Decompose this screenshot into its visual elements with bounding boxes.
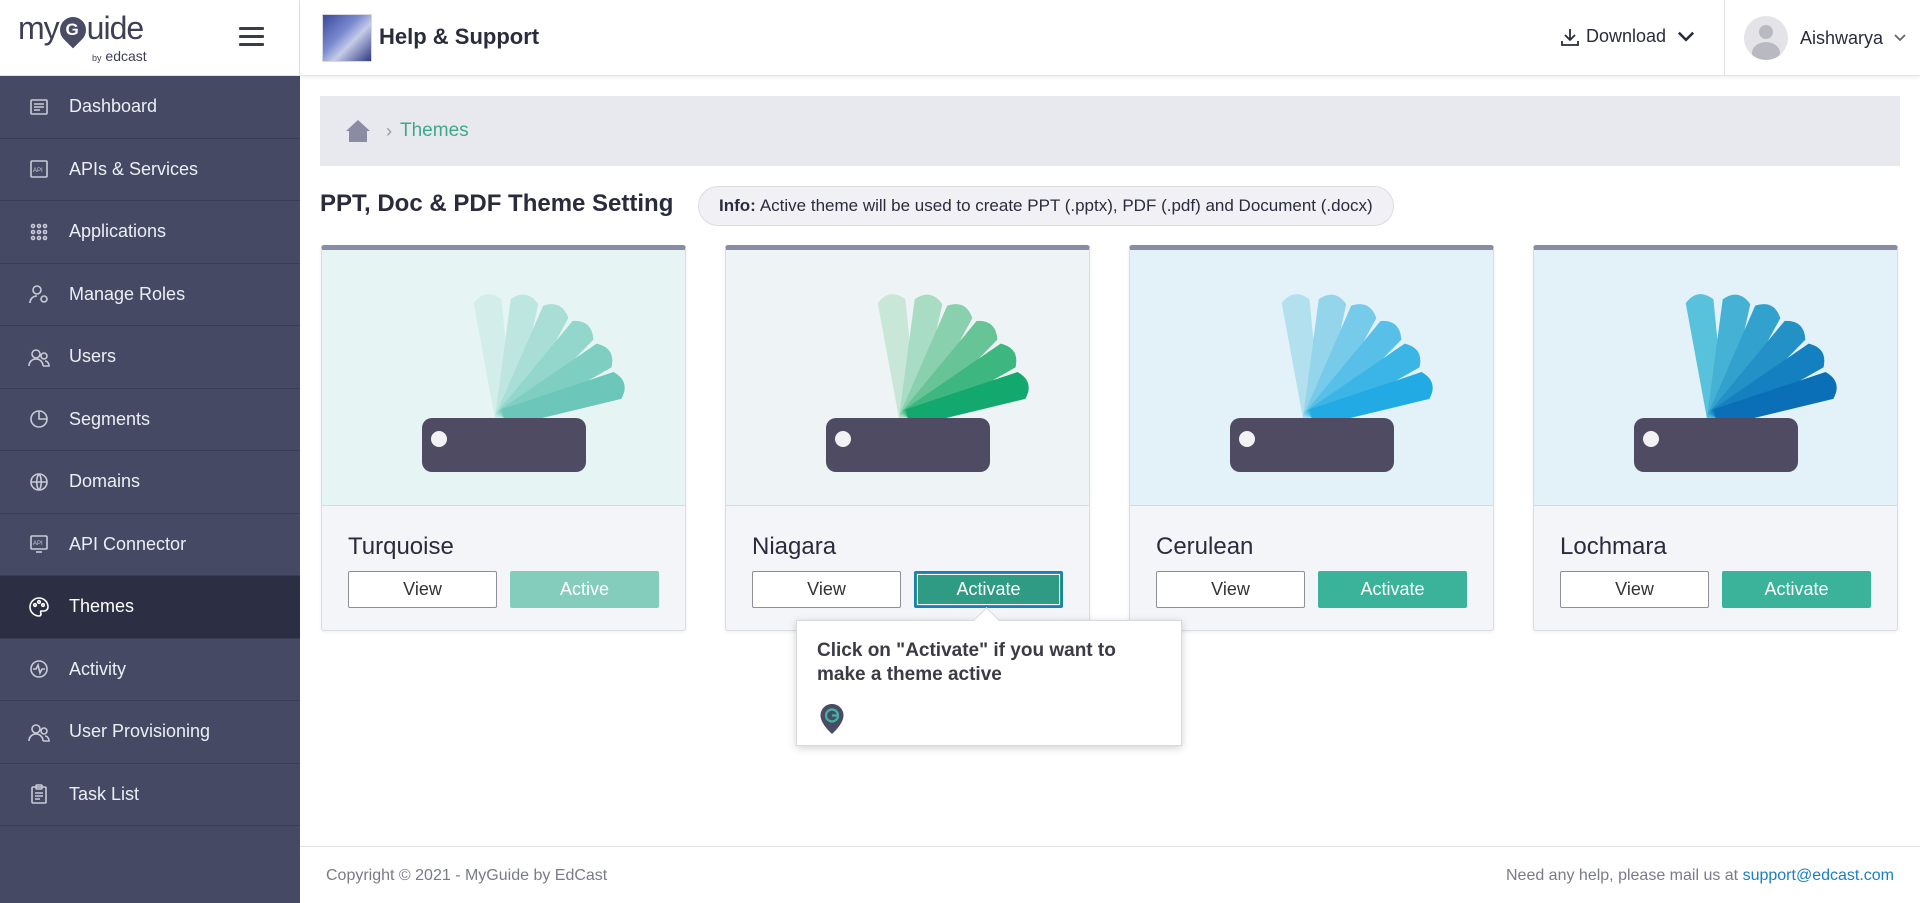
info-text: Active theme will be used to create PPT … (759, 196, 1373, 215)
download-label: Download (1586, 26, 1667, 46)
info-label: Info: (719, 196, 756, 215)
logo-subtitle: by edcast (92, 48, 147, 64)
sidebar-item-task-list[interactable]: Task List (0, 764, 300, 826)
svg-text:API: API (33, 168, 43, 174)
logo-text-prefix: my (18, 10, 60, 46)
tooltip-text: Click on "Activate" if you want to make … (817, 640, 1116, 685)
sidebar-item-applications[interactable]: Applications (0, 201, 300, 264)
view-button[interactable]: View (348, 571, 497, 608)
logo-by: by (92, 53, 102, 63)
view-button[interactable]: View (1156, 571, 1305, 608)
activate-button[interactable]: Activate (1722, 571, 1871, 608)
theme-name: Lochmara (1560, 533, 1667, 560)
sidebar-item-label: Activity (69, 658, 127, 679)
user-menu[interactable]: Aishwarya (1744, 16, 1907, 60)
api-icon: API (28, 158, 50, 180)
active-button: Active (510, 571, 659, 608)
api-connector-icon: API (28, 533, 50, 555)
myguide-logo[interactable]: myuide (18, 10, 144, 49)
sidebar-item-domains[interactable]: Domains (0, 451, 300, 514)
palette-icon (28, 596, 50, 618)
help-text-label: Need any help, please mail us at (1505, 867, 1743, 884)
grid-icon (28, 221, 50, 243)
user-gear-icon (28, 283, 50, 305)
top-bar: Help & Support Download Aishwarya (300, 0, 1920, 76)
support-email-link[interactable]: support@edcast.com (1743, 867, 1894, 884)
sidebar-item-label: Task List (69, 783, 140, 804)
theme-preview (726, 250, 1089, 506)
sidebar-item-label: Users (69, 346, 117, 367)
activity-icon (28, 658, 50, 680)
footer: Copyright © 2021 - MyGuide by EdCast Nee… (300, 846, 1920, 903)
guide-tooltip: Click on "Activate" if you want to make … (796, 620, 1182, 746)
sidebar: myuide by edcast Dashboard API APIs & Serv… (0, 0, 300, 903)
logo-area: myuide by edcast (0, 0, 300, 76)
breadcrumb: › Themes (320, 96, 1900, 166)
clipboard-icon (28, 783, 50, 805)
sidebar-item-label: Dashboard (69, 96, 158, 117)
view-button[interactable]: View (1560, 571, 1709, 608)
page-title: PPT, Doc & PDF Theme Setting (320, 190, 674, 217)
theme-card-turquoise: Turquoise View Active (321, 245, 686, 631)
users-icon (28, 721, 50, 743)
copyright-text: Copyright © 2021 - MyGuide by EdCast (326, 867, 608, 884)
info-badge: Info: Active theme will be used to create… (698, 186, 1394, 226)
sidebar-item-themes[interactable]: Themes (0, 576, 300, 639)
user-name: Aishwarya (1800, 27, 1884, 48)
avatar (1744, 16, 1788, 60)
dashboard-icon (28, 96, 50, 118)
theme-preview (1130, 250, 1493, 506)
sidebar-item-users[interactable]: Users (0, 326, 300, 389)
sidebar-item-label: Segments (69, 408, 151, 429)
sidebar-item-api-connector[interactable]: API API Connector (0, 514, 300, 576)
chevron-right-icon: › (386, 120, 392, 141)
theme-name: Cerulean (1156, 533, 1254, 560)
download-button[interactable]: Download (1560, 26, 1702, 47)
pie-icon (28, 408, 50, 430)
theme-preview (1534, 250, 1897, 506)
chevron-down-icon (1894, 34, 1906, 42)
theme-name: Turquoise (348, 533, 454, 560)
globe-icon (28, 471, 50, 493)
breadcrumb-current[interactable]: Themes (400, 120, 469, 142)
svg-text:API: API (33, 541, 43, 547)
theme-card-cerulean: Cerulean View Activate (1129, 245, 1494, 631)
activate-button[interactable]: Activate (914, 571, 1063, 608)
sidebar-item-label: User Provisioning (69, 721, 211, 742)
sidebar-item-label: Domains (69, 471, 141, 492)
theme-preview (322, 250, 685, 506)
sidebar-item-label: API Connector (69, 533, 187, 554)
sidebar-item-user-provisioning[interactable]: User Provisioning (0, 701, 300, 764)
divider (1724, 0, 1725, 76)
logo-pin-icon (54, 11, 92, 49)
sidebar-nav: Dashboard API APIs & Services Applications M… (0, 76, 300, 826)
sidebar-item-label: Themes (69, 596, 135, 617)
help-text: Need any help, please mail us at support… (1506, 867, 1894, 885)
theme-card-niagara: Niagara View Activate (725, 245, 1090, 631)
sidebar-item-label: Applications (69, 221, 167, 242)
sidebar-item-label: APIs & Services (69, 158, 199, 179)
home-icon[interactable] (344, 118, 372, 144)
view-button[interactable]: View (752, 571, 901, 608)
sidebar-item-activity[interactable]: Activity (0, 639, 300, 701)
sidebar-item-dashboard[interactable]: Dashboard (0, 76, 300, 139)
theme-name: Niagara (752, 533, 837, 560)
hamburger-menu-icon[interactable] (239, 27, 264, 47)
sidebar-item-manage-roles[interactable]: Manage Roles (0, 264, 300, 326)
app-thumbnail[interactable] (322, 14, 372, 62)
download-icon (1561, 28, 1579, 46)
sidebar-item-segments[interactable]: Segments (0, 389, 300, 451)
logo-text-suffix: uide (86, 10, 144, 46)
activate-button[interactable]: Activate (1318, 571, 1467, 608)
sidebar-item-label: Manage Roles (69, 283, 186, 304)
logo-company: edcast (105, 48, 147, 64)
sidebar-item-apis-services[interactable]: API APIs & Services (0, 139, 300, 201)
myguide-pin-icon (820, 704, 844, 734)
chevron-down-icon (1678, 31, 1695, 42)
users-icon (28, 346, 50, 368)
app-title: Help & Support (379, 24, 540, 49)
theme-card-lochmara: Lochmara View Activate (1533, 245, 1898, 631)
